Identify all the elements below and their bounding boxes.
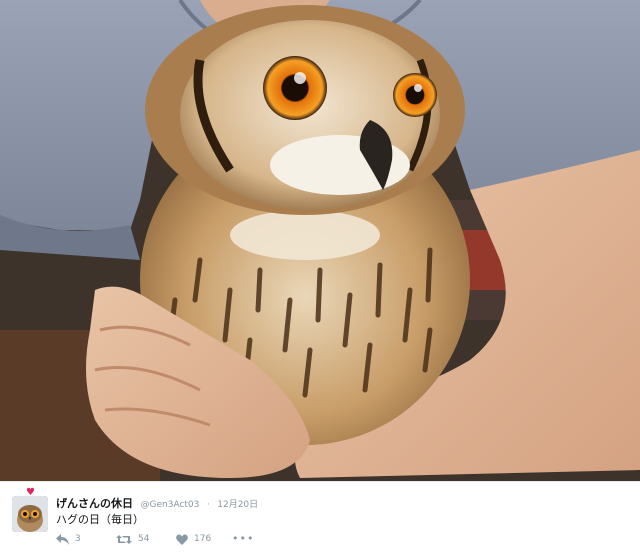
reply-count: 3 xyxy=(75,534,81,544)
eye-highlight-right xyxy=(414,84,422,92)
like-button[interactable]: 176 xyxy=(176,532,211,546)
owl-throat xyxy=(230,210,380,260)
heart-icon xyxy=(176,534,188,545)
user-handle[interactable]: @Gen3Act03 xyxy=(141,500,200,510)
retweet-button[interactable]: 54 xyxy=(116,532,149,546)
more-icon: ••• xyxy=(232,532,255,545)
owl-right-eye xyxy=(393,73,437,117)
owl-left-eye xyxy=(263,56,327,120)
eye-highlight-left xyxy=(294,72,306,84)
retweet-count: 54 xyxy=(138,534,150,544)
more-button[interactable]: ••• xyxy=(232,532,254,546)
retweet-icon xyxy=(116,534,132,545)
tweet-text: ハグの日（毎日） xyxy=(56,513,144,526)
reply-button[interactable]: 3 xyxy=(56,532,81,546)
like-count: 176 xyxy=(194,534,212,544)
display-name[interactable]: げんさんの休日 xyxy=(56,497,133,510)
separator: · xyxy=(206,500,210,510)
tweet-card: ♥ げんさんの休日 @Gen3Act03 · 12月20日 ハグの日（毎日） 3… xyxy=(0,481,640,558)
reply-icon xyxy=(56,533,69,545)
owl-photo[interactable] xyxy=(0,0,640,481)
avatar[interactable] xyxy=(12,496,48,532)
tweet-header: げんさんの休日 @Gen3Act03 · 12月20日 xyxy=(56,496,258,512)
heart-badge-icon: ♥ xyxy=(26,487,35,498)
timestamp[interactable]: 12月20日 xyxy=(217,500,258,510)
